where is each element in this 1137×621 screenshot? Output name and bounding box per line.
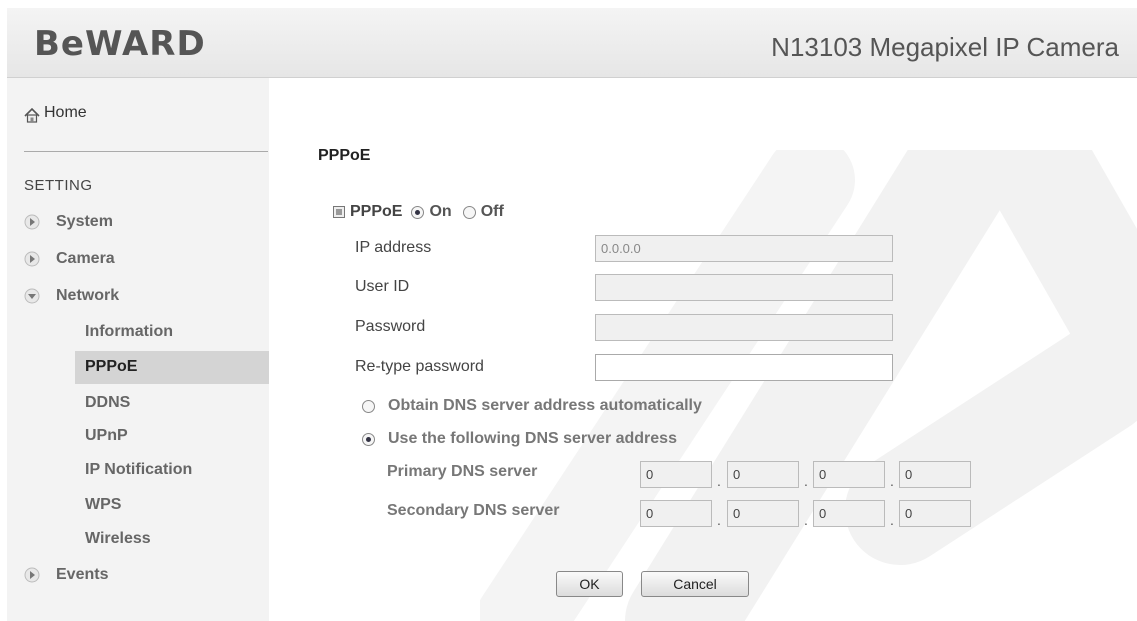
brand-logo: BeWARD — [34, 24, 206, 64]
primary-dns-octet-3[interactable] — [813, 461, 885, 488]
sidebar-subitem-pppoe[interactable]: PPPoE — [85, 358, 137, 376]
retype-password-label: Re-type password — [355, 358, 484, 375]
pppoe-off-radio[interactable] — [462, 205, 476, 219]
home-icon — [24, 108, 40, 123]
dns-auto-label: Obtain DNS server address automatically — [388, 397, 702, 414]
sidebar-item-label: System — [56, 213, 113, 230]
sidebar-subitem-wps[interactable]: WPS — [85, 496, 121, 514]
secondary-dns-octet-4[interactable] — [899, 500, 971, 527]
home-label: Home — [44, 104, 87, 121]
sidebar-subitem-upnp[interactable]: UPnP — [85, 427, 128, 445]
dns-manual-radio[interactable] — [362, 432, 375, 446]
pppoe-on-label: On — [429, 203, 452, 220]
pppoe-label: PPPoE — [350, 203, 403, 220]
primary-dns-octet-1[interactable] — [640, 461, 712, 488]
sidebar-item-label: Camera — [56, 250, 115, 267]
pppoe-section-marker — [333, 206, 345, 218]
retype-password-field[interactable] — [595, 354, 893, 381]
pppoe-off-label: Off — [480, 203, 504, 220]
primary-dns-dot: . — [717, 473, 721, 489]
sidebar-item-events[interactable]: Events — [24, 566, 108, 584]
secondary-dns-octet-3[interactable] — [813, 500, 885, 527]
sidebar-subitem-wireless[interactable]: Wireless — [85, 530, 151, 548]
primary-dns-dot: . — [804, 473, 808, 489]
main-panel: PPPoE PPPoE On Off IP address User ID Pa… — [269, 78, 1137, 621]
page-title: PPPoE — [318, 147, 371, 164]
primary-dns-octet-2[interactable] — [727, 461, 799, 488]
dns-auto-radio[interactable] — [362, 399, 375, 413]
primary-dns-octet-4[interactable] — [899, 461, 971, 488]
sidebar-subitem-ip-notification[interactable]: IP Notification — [85, 461, 192, 479]
secondary-dns-dot: . — [890, 512, 894, 528]
camera-model-title: N13103 Megapixel IP Camera — [771, 32, 1119, 62]
user-id-field[interactable] — [595, 274, 893, 301]
secondary-dns-label: Secondary DNS server — [387, 502, 560, 519]
secondary-dns-octet-2[interactable] — [727, 500, 799, 527]
dns-auto-option[interactable]: Obtain DNS server address automatically — [362, 397, 702, 415]
chevron-right-icon — [24, 567, 40, 583]
primary-dns-label: Primary DNS server — [387, 463, 538, 480]
sidebar-item-label: Events — [56, 566, 109, 583]
ip-address-field — [595, 235, 893, 262]
dns-manual-option[interactable]: Use the following DNS server address — [362, 430, 677, 448]
sidebar-subitem-ddns[interactable]: DDNS — [85, 394, 130, 412]
cancel-button[interactable]: Cancel — [641, 571, 749, 597]
sidebar-item-label: Network — [56, 287, 120, 304]
secondary-dns-octet-1[interactable] — [640, 500, 712, 527]
pppoe-on-radio[interactable] — [411, 205, 425, 219]
header-bar: BeWARD N13103 Megapixel IP Camera — [7, 8, 1137, 78]
sidebar-home-link[interactable]: Home — [24, 104, 87, 123]
sidebar-divider — [24, 151, 268, 152]
chevron-down-icon — [24, 288, 40, 304]
sidebar-item-network[interactable]: Network — [24, 287, 119, 305]
ok-button[interactable]: OK — [556, 571, 623, 597]
sidebar-subitem-information[interactable]: Information — [85, 323, 173, 341]
secondary-dns-dot: . — [717, 512, 721, 528]
setting-section-label: SETTING — [24, 177, 93, 194]
user-id-label: User ID — [355, 278, 410, 295]
password-field[interactable] — [595, 314, 893, 341]
sidebar: Home SETTING System Camera Network Infor… — [7, 78, 269, 621]
primary-dns-dot: . — [890, 473, 894, 489]
secondary-dns-dot: . — [804, 512, 808, 528]
sidebar-item-system[interactable]: System — [24, 213, 113, 231]
pppoe-toggle-row: PPPoE On Off — [333, 203, 510, 221]
chevron-right-icon — [24, 214, 40, 230]
ip-address-label: IP address — [355, 239, 432, 256]
sidebar-item-camera[interactable]: Camera — [24, 250, 115, 268]
chevron-right-icon — [24, 251, 40, 267]
password-label: Password — [355, 318, 426, 335]
dns-manual-label: Use the following DNS server address — [388, 430, 677, 447]
